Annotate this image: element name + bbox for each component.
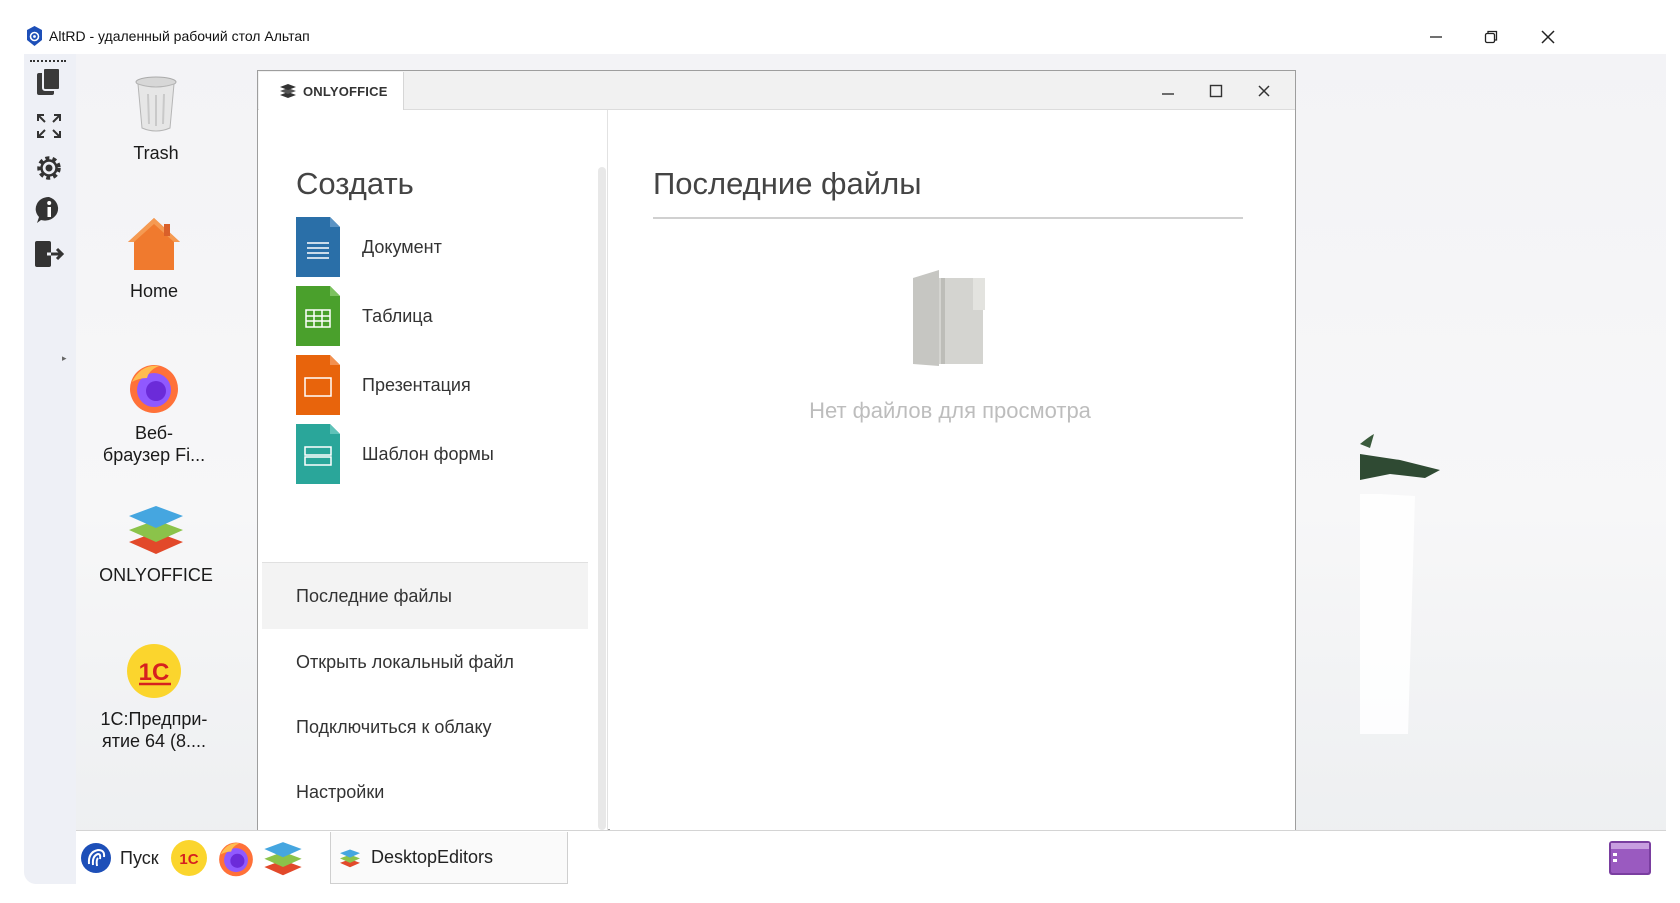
presentation-icon [296,355,340,415]
sidebar-expand-icon[interactable]: ▸ [62,354,67,364]
recent-files-title: Последние файлы [653,166,922,201]
settings-icon [37,156,61,180]
onlyoffice-icon [129,506,183,554]
restore-icon [1484,30,1498,44]
trash-icon [135,76,177,132]
menu-settings[interactable]: Настройки [262,759,588,825]
desktop-icon-label-line1: 1С:Предпри- [100,709,208,729]
settings-button[interactable] [32,150,66,186]
create-document-button[interactable]: Документ [296,217,576,277]
recent-title-underline [653,217,1243,219]
workspace-switcher-icon[interactable] [1609,841,1651,875]
create-presentation-button[interactable]: Презентация [296,355,576,415]
desktop-icon-label-line1: Веб- [134,423,174,443]
minimize-icon [1430,36,1442,38]
1c-icon: 1С [127,644,181,698]
form-template-icon [296,424,340,484]
restore-button[interactable] [1476,24,1506,50]
close-button[interactable] [1533,24,1563,50]
onlyoffice-tab-label: ONLYOFFICE [303,83,388,99]
altrd-titlebar: AltRD - удаленный рабочий стол Альтап [0,0,1680,54]
quick-launch-1c[interactable]: 1С [168,837,210,879]
create-spreadsheet-label: Таблица [362,305,433,326]
minimize-icon [1162,93,1174,95]
create-presentation-label: Презентация [362,374,471,395]
1c-icon: 1С [171,840,207,876]
sidebar-grip[interactable] [30,60,66,62]
info-button[interactable] [32,192,66,228]
altrd-logo-icon [27,26,42,46]
onlyoffice-home-tab[interactable]: ONLYOFFICE [259,72,404,110]
menu-open-local-file[interactable]: Открыть локальный файл [262,629,588,695]
spreadsheet-icon [296,286,340,346]
start-icon [81,843,111,873]
desktop-icon-label-line2: ятие 64 (8.... [101,731,207,751]
onlyoffice-maximize-button[interactable] [1196,77,1236,105]
maximize-icon [1209,84,1223,98]
firefox-icon [130,365,178,413]
minimize-button[interactable] [1421,24,1451,50]
wallpaper-plant [1360,434,1440,734]
taskbar: Пуск 1С DesktopEditors [76,830,1666,884]
desktop-icon-label: ONLYOFFICE [99,565,213,585]
create-title: Создать [296,166,414,201]
onlyoffice-window: ONLYOFFICE Создать Документ Таблица През… [257,70,1296,830]
quick-launch-firefox[interactable] [215,837,257,879]
desktop-icon-firefox[interactable]: Веб- браузер Fi... [76,360,234,466]
firefox-icon [219,842,253,877]
onlyoffice-titlebar: ONLYOFFICE [258,71,1295,110]
menu-recent-files[interactable]: Последние файлы [262,563,588,629]
copy-icon [37,67,61,95]
start-button[interactable]: Пуск [80,839,159,877]
desktop-icon-trash[interactable]: Trash [76,74,236,164]
altrd-window-title: AltRD - удаленный рабочий стол Альтап [49,28,310,44]
altrd-sidebar: ▸ [24,54,76,884]
task-label: DesktopEditors [371,847,494,867]
create-form-template-label: Шаблон формы [362,443,494,464]
copy-button[interactable] [32,64,66,100]
svg-text:1С: 1С [139,659,170,686]
create-document-label: Документ [362,236,442,257]
start-label: Пуск [120,847,159,868]
desktop-icon-home[interactable]: Home [76,216,234,302]
create-spreadsheet-button[interactable]: Таблица [296,286,576,346]
info-icon [35,196,59,223]
onlyoffice-minimize-button[interactable] [1148,77,1188,105]
svg-text:1С: 1С [179,851,198,868]
onlyoffice-recent-panel: Последние файлы Нет файлов для просмотра [610,110,1295,830]
home-icon [128,218,180,270]
desktop-icon-label: Trash [133,143,179,163]
document-icon [296,217,340,277]
taskbar-task-desktopeditors[interactable]: DesktopEditors [330,832,568,884]
left-panel-scrollbar[interactable] [598,167,606,830]
exit-button[interactable] [32,236,66,272]
create-form-template-button[interactable]: Шаблон формы [296,424,576,484]
close-icon [1541,30,1555,44]
onlyoffice-icon [340,848,360,867]
empty-folder-icon [913,270,985,366]
quick-launch-onlyoffice[interactable] [262,837,304,879]
desktop-icon-1c[interactable]: 1С 1С:Предпри- ятие 64 (8.... [76,642,234,752]
empty-state-text: Нет файлов для просмотра [809,398,1091,423]
fullscreen-button[interactable] [32,108,66,144]
menu-connect-cloud[interactable]: Подключиться к облаку [262,694,588,760]
close-icon [1258,85,1270,97]
desktop-icon-label: Home [129,281,178,301]
fullscreen-icon [37,114,61,138]
desktop-icon-label-line2: браузер Fi... [102,445,206,465]
onlyoffice-tab-icon [280,84,296,98]
onlyoffice-close-button[interactable] [1244,77,1284,105]
desktop-icon-onlyoffice[interactable]: ONLYOFFICE [76,502,236,586]
exit-icon [35,241,65,267]
onlyoffice-icon [264,842,302,876]
remote-desktop: Trash Home Веб- браузер Fi... ONLYOFFICE [76,54,1666,884]
onlyoffice-left-panel: Создать Документ Таблица Презентация Шаб… [258,110,608,830]
